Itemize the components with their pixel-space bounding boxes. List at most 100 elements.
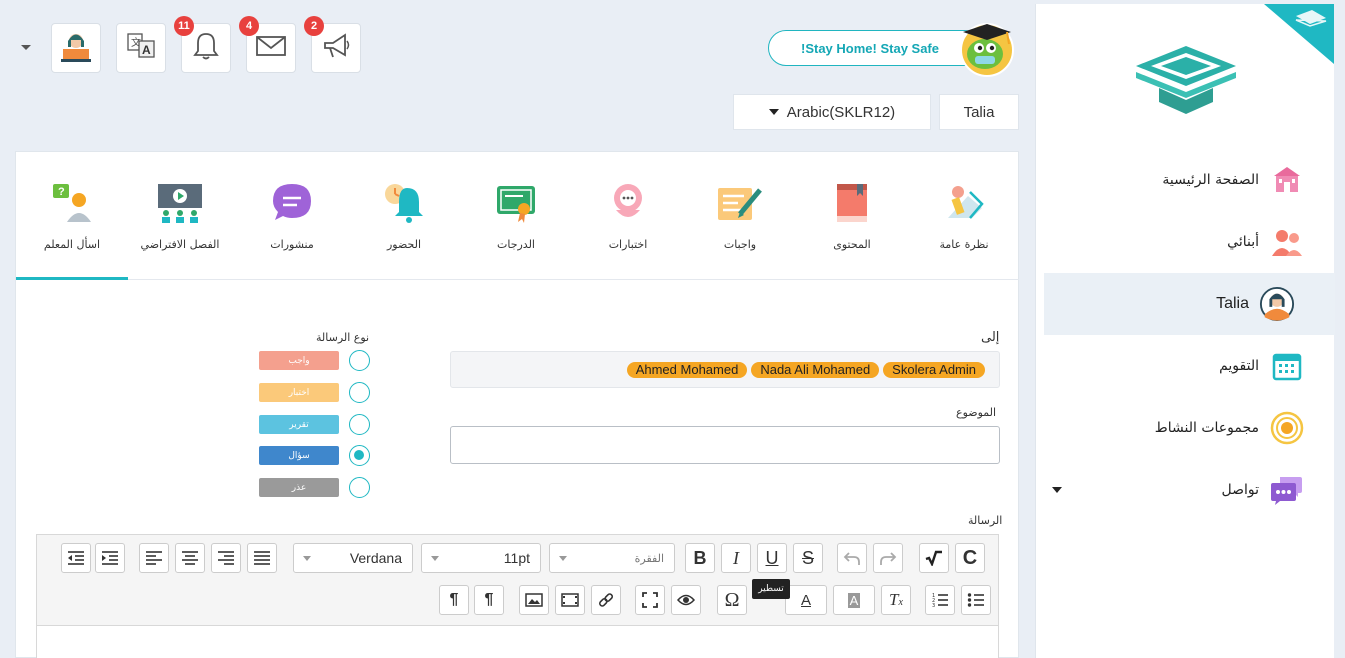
underline-tooltip: تسطير (752, 579, 790, 599)
tab-label: واجبات (723, 238, 757, 251)
children-icon (1269, 224, 1305, 260)
tab-label: الدرجات (496, 238, 535, 251)
message-type-option[interactable]: عذر (259, 477, 371, 498)
chemistry-icon[interactable]: C (955, 543, 985, 573)
certificate-icon (491, 180, 541, 226)
main-panel: نظرة عامة المحتوى واجبات اختبارات الدرجا… (15, 151, 1019, 658)
user-menu-caret[interactable] (21, 45, 31, 50)
sidebar-item-home[interactable]: الصفحة الرئيسية (1044, 149, 1335, 211)
sidebar-item-label: أبنائي (1227, 234, 1259, 250)
bulleted-list-icon[interactable] (961, 585, 991, 615)
sidebar-item-activity-groups[interactable]: مجموعات النشاط (1044, 397, 1335, 459)
activity-groups-icon (1269, 410, 1305, 446)
chevron-down-icon (303, 556, 311, 561)
tab-overview[interactable]: نظرة عامة (908, 152, 1020, 280)
tab-label: نظرة عامة (939, 238, 989, 251)
svg-text:3: 3 (932, 603, 935, 608)
messages-button[interactable]: 4 (239, 16, 296, 73)
message-type-radio-selected[interactable] (349, 445, 370, 466)
preview-eye-icon[interactable] (671, 585, 701, 615)
redo-icon[interactable] (873, 543, 903, 573)
attendance-bell-icon (379, 180, 429, 226)
teacher-avatar-icon (59, 29, 93, 67)
message-type-radio[interactable] (349, 414, 370, 435)
message-type-radio[interactable] (349, 350, 370, 371)
message-type-radio[interactable] (349, 382, 370, 403)
recipient-chip[interactable]: Ahmed Mohamed (626, 361, 748, 378)
font-family-select[interactable]: Verdana (293, 543, 413, 573)
message-type-option[interactable]: واجب (259, 350, 371, 371)
paragraph-ltr-icon[interactable]: ¶ (439, 585, 469, 615)
message-type-pill: عذر (259, 478, 339, 497)
subject-input[interactable] (450, 426, 1000, 464)
tab-quizzes[interactable]: اختبارات (572, 152, 684, 280)
tab-content[interactable]: المحتوى (796, 152, 908, 280)
tab-assignments[interactable]: واجبات (684, 152, 796, 280)
clear-formatting-icon[interactable]: Tx (881, 585, 911, 615)
sidebar-item-label: تواصل (1221, 482, 1259, 498)
tab-label: اختبارات (608, 238, 648, 251)
corner-logo-badge (1264, 4, 1334, 64)
font-color-icon[interactable]: A (785, 585, 827, 615)
recipients-field[interactable]: Skolera Admin Nada Ali Mohamed Ahmed Moh… (450, 351, 1000, 388)
student-selector[interactable]: Talia (939, 94, 1019, 130)
language-button[interactable]: 文A (116, 23, 166, 73)
special-character-icon[interactable]: Ω (717, 585, 747, 615)
fullscreen-icon[interactable] (635, 585, 665, 615)
sidebar-item-label: مجموعات النشاط (1154, 420, 1259, 436)
sidebar-item-label: التقويم (1219, 358, 1259, 374)
indent-icon[interactable] (95, 543, 125, 573)
overview-icon (939, 180, 989, 226)
align-right-icon[interactable] (211, 543, 241, 573)
underline-icon[interactable]: U (757, 543, 787, 573)
svg-text:A: A (142, 43, 151, 57)
calendar-icon (1269, 348, 1305, 384)
highlight-color-icon[interactable]: A (833, 585, 875, 615)
font-size-select[interactable]: 11pt (421, 543, 541, 573)
paragraph-format-select[interactable]: الفقرة (549, 543, 675, 573)
recipient-chip[interactable]: Nada Ali Mohamed (751, 361, 880, 378)
skolera-logo (1136, 46, 1236, 114)
message-type-option[interactable]: اختبار (259, 382, 371, 403)
chevron-down-icon (768, 109, 779, 115)
undo-icon[interactable] (837, 543, 867, 573)
bold-icon[interactable]: B (685, 543, 715, 573)
tab-ask-teacher[interactable]: ? اسأل المعلم (16, 152, 128, 280)
sidebar-item-calendar[interactable]: التقويم (1044, 335, 1335, 397)
announcements-button[interactable]: 2 (304, 16, 361, 73)
notifications-button[interactable]: 11 (174, 16, 231, 73)
notification-count-badge: 11 (174, 16, 194, 36)
recipient-chip[interactable]: Skolera Admin (883, 361, 985, 378)
tab-virtual-class[interactable]: الفصل الافتراضي (124, 152, 236, 280)
assignment-icon (715, 180, 765, 226)
tab-label: المحتوى (833, 238, 871, 251)
message-type-radio[interactable] (349, 477, 370, 498)
align-center-icon[interactable] (175, 543, 205, 573)
course-selector[interactable]: Arabic(SKLR12) (733, 94, 931, 130)
message-editor-body[interactable] (36, 625, 999, 658)
image-icon[interactable] (519, 585, 549, 615)
paragraph-rtl-icon[interactable]: ¶ (474, 585, 504, 615)
editor-toolbar: Verdana 11pt الفقرة B I U S C ¶ ¶ Ω A A … (36, 534, 999, 626)
tab-grades[interactable]: الدرجات (460, 152, 572, 280)
math-formula-icon[interactable] (919, 543, 949, 573)
tab-attendance[interactable]: الحضور (348, 152, 460, 280)
sidebar-item-talia[interactable]: Talia (1044, 273, 1335, 335)
tab-posts[interactable]: منشورات (236, 152, 348, 280)
link-icon[interactable] (591, 585, 621, 615)
sidebar-item-communication[interactable]: تواصل (1044, 459, 1335, 521)
chevron-down-icon[interactable] (1052, 487, 1062, 493)
strikethrough-icon[interactable]: S (793, 543, 823, 573)
align-justify-icon[interactable] (247, 543, 277, 573)
message-type-option[interactable]: تقرير (259, 414, 371, 435)
align-left-icon[interactable] (139, 543, 169, 573)
italic-icon[interactable]: I (721, 543, 751, 573)
profile-button[interactable] (51, 23, 101, 73)
video-icon[interactable] (555, 585, 585, 615)
sidebar-item-children[interactable]: أبنائي (1044, 211, 1335, 273)
outdent-icon[interactable] (61, 543, 91, 573)
message-type-option[interactable]: سؤال (259, 445, 371, 466)
numbered-list-icon[interactable]: 123 (925, 585, 955, 615)
course-name: Arabic(SKLR12) (786, 103, 896, 121)
ask-teacher-icon: ? (47, 180, 97, 226)
